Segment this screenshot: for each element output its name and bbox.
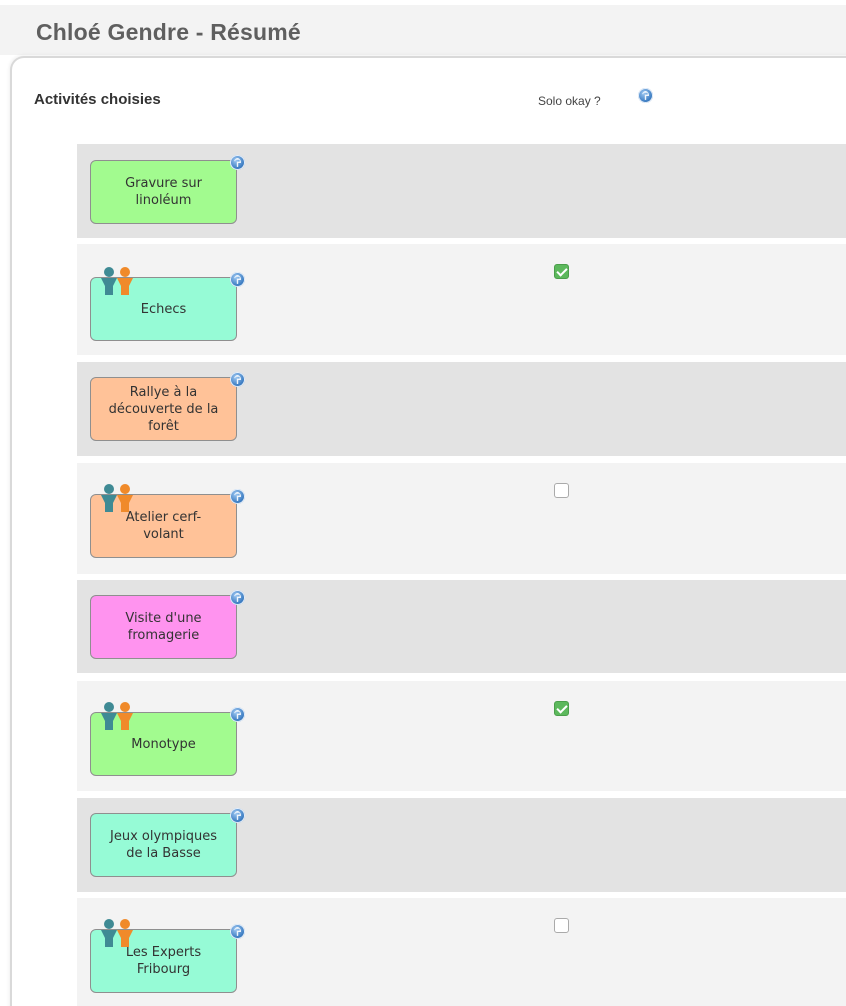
help-icon[interactable] [230, 155, 245, 170]
activity-card[interactable]: Monotype [90, 702, 245, 776]
resume-page: Chloé Gendre - Résumé Activités choisies… [0, 0, 846, 1006]
help-icon[interactable] [230, 707, 245, 722]
solo-okay-checkbox[interactable] [554, 918, 569, 933]
activity-label: Echecs [140, 301, 187, 317]
group-people-icon [101, 267, 133, 295]
activity-label: Monotype [131, 736, 196, 752]
activity-label: Rallye à la découverte de la forêt [108, 384, 219, 434]
activity-card[interactable]: Les Experts Fribourg [90, 919, 245, 993]
activity-label: Atelier cerf- volant [125, 510, 202, 542]
activity-row: Jeux olympiques de la Basse [77, 798, 846, 892]
group-people-icon [101, 702, 133, 730]
solo-okay-label: Solo okay ? [538, 94, 601, 108]
help-icon[interactable] [230, 372, 245, 387]
activity-card[interactable]: Gravure sur linoléum [90, 155, 245, 224]
activity-row: Echecs [77, 244, 846, 355]
solo-okay-header: Solo okay ? [538, 88, 653, 108]
activity-card[interactable]: Jeux olympiques de la Basse [90, 808, 245, 877]
activity-label: Les Experts Fribourg [125, 945, 202, 977]
solo-okay-checkbox[interactable] [554, 264, 569, 279]
activity-card[interactable]: Rallye à la découverte de la forêt [90, 372, 245, 441]
group-people-icon [101, 484, 133, 512]
activity-label: Visite d'une fromagerie [125, 611, 202, 643]
section-title: Activités choisies [34, 91, 161, 108]
help-icon[interactable] [230, 808, 245, 823]
help-icon[interactable] [638, 88, 653, 103]
page-title: Chloé Gendre - Résumé [36, 19, 301, 45]
activity-card[interactable]: Atelier cerf- volant [90, 484, 245, 558]
solo-okay-checkbox[interactable] [554, 483, 569, 498]
activity-row: Gravure sur linoléum [77, 144, 846, 238]
activity-row: Atelier cerf- volant [77, 463, 846, 574]
activity-card[interactable]: Visite d'une fromagerie [90, 590, 245, 659]
group-people-icon [101, 919, 133, 947]
help-icon[interactable] [230, 924, 245, 939]
activity-label: Jeux olympiques de la Basse [110, 829, 217, 861]
solo-okay-checkbox[interactable] [554, 701, 569, 716]
activity-row: Les Experts Fribourg [77, 898, 846, 1006]
help-icon[interactable] [230, 590, 245, 605]
help-icon[interactable] [230, 272, 245, 287]
activity-card[interactable]: Echecs [90, 267, 245, 341]
help-icon[interactable] [230, 489, 245, 504]
activity-label: Gravure sur linoléum [125, 176, 202, 208]
activity-row: Visite d'une fromagerie [77, 580, 846, 673]
activity-row: Rallye à la découverte de la forêt [77, 362, 846, 456]
activity-row: Monotype [77, 681, 846, 791]
